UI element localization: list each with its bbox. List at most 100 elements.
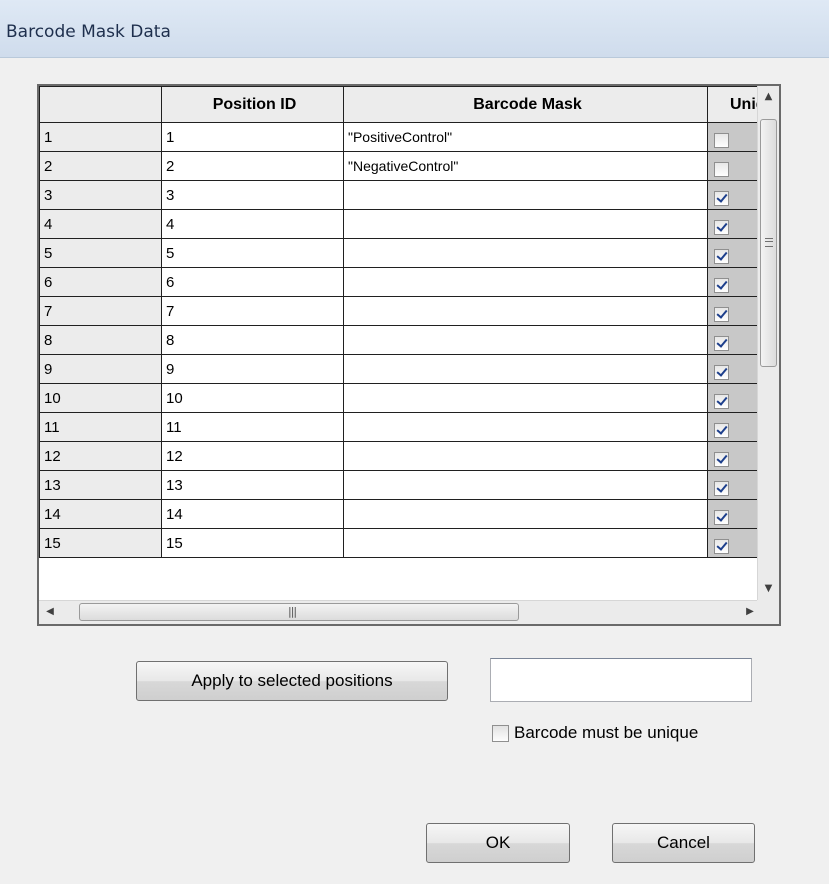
table-row[interactable]: 15 15 [39,528,778,558]
column-header-barcode-mask[interactable]: Barcode Mask [343,86,708,123]
ok-button[interactable]: OK [426,823,570,863]
grid-header-row: Position ID Barcode Mask Uniq [39,86,778,123]
row-header[interactable]: 14 [39,499,162,529]
checked-checkbox-icon[interactable] [714,306,729,322]
scroll-up-icon[interactable]: ▲ [758,86,779,108]
barcode-mask-cell[interactable] [343,470,708,500]
position-id-cell[interactable]: 15 [161,528,344,558]
barcode-mask-cell[interactable] [343,441,708,471]
barcode-mask-grid[interactable]: Position ID Barcode Mask Uniq 1 1 "Positiv… [37,84,781,626]
grip-icon [765,238,773,247]
position-id-cell[interactable]: 4 [161,209,344,239]
row-header[interactable]: 13 [39,470,162,500]
checked-checkbox-icon[interactable] [714,393,729,409]
horizontal-scrollbar[interactable]: ◀ ||| ▶ [39,600,779,624]
vertical-scrollbar[interactable]: ▲ ▼ [757,86,779,600]
barcode-mask-cell[interactable] [343,412,708,442]
position-id-cell[interactable]: 11 [161,412,344,442]
position-id-cell[interactable]: 9 [161,354,344,384]
vertical-scroll-thumb[interactable] [760,119,777,367]
barcode-mask-cell[interactable] [343,325,708,355]
grid-table: Position ID Barcode Mask Uniq 1 1 "Positiv… [39,86,778,558]
row-header[interactable]: 6 [39,267,162,297]
position-id-cell[interactable]: 3 [161,180,344,210]
barcode-mask-cell[interactable] [343,383,708,413]
dialog-content: Position ID Barcode Mask Uniq 1 1 "Positiv… [0,58,829,884]
checked-checkbox-icon[interactable] [714,451,729,467]
table-row[interactable]: 33 [39,180,778,210]
scrollbar-corner [757,600,779,624]
table-row[interactable]: 13 13 [39,470,778,500]
table-row[interactable]: 2 2 "NegativeControl" [39,151,778,181]
row-header[interactable]: 10 [39,383,162,413]
row-header[interactable]: 3 [39,180,162,210]
checked-checkbox-icon[interactable] [714,190,729,206]
unchecked-checkbox-icon[interactable] [714,132,729,148]
checked-checkbox-icon[interactable] [714,248,729,264]
apply-to-selected-button[interactable]: Apply to selected positions [136,661,448,701]
row-header[interactable]: 1 [39,122,162,152]
table-row[interactable]: 1 1 "PositiveControl" [39,122,778,152]
barcode-mask-cell[interactable] [343,296,708,326]
barcode-mask-cell[interactable] [343,209,708,239]
table-row[interactable]: 10 10 [39,383,778,413]
table-row[interactable]: 77 [39,296,778,326]
horizontal-scroll-thumb[interactable]: ||| [79,603,519,621]
checked-checkbox-icon[interactable] [714,219,729,235]
barcode-mask-cell[interactable]: "PositiveControl" [343,122,708,152]
title-bar: Barcode Mask Data [0,0,829,58]
checked-checkbox-icon[interactable] [714,538,729,554]
row-header[interactable]: 12 [39,441,162,471]
position-id-cell[interactable]: 8 [161,325,344,355]
row-header[interactable]: 15 [39,528,162,558]
position-id-cell[interactable]: 1 [161,122,344,152]
row-header[interactable]: 9 [39,354,162,384]
table-row[interactable]: 99 [39,354,778,384]
position-id-cell[interactable]: 14 [161,499,344,529]
barcode-mask-cell[interactable] [343,528,708,558]
scroll-down-icon[interactable]: ▼ [758,578,779,600]
checkbox-icon[interactable] [492,725,509,742]
position-id-cell[interactable]: 10 [161,383,344,413]
barcode-mask-cell[interactable] [343,180,708,210]
barcode-mask-cell[interactable]: "NegativeControl" [343,151,708,181]
barcode-mask-cell[interactable] [343,238,708,268]
checked-checkbox-icon[interactable] [714,480,729,496]
row-header[interactable]: 5 [39,238,162,268]
row-header[interactable]: 7 [39,296,162,326]
position-id-cell[interactable]: 5 [161,238,344,268]
row-header[interactable]: 4 [39,209,162,239]
row-header[interactable]: 11 [39,412,162,442]
position-id-cell[interactable]: 6 [161,267,344,297]
row-header[interactable]: 2 [39,151,162,181]
barcode-unique-label[interactable]: Barcode must be unique [514,723,698,743]
barcode-mask-cell[interactable] [343,499,708,529]
table-row[interactable]: 55 [39,238,778,268]
checked-checkbox-icon[interactable] [714,422,729,438]
row-header[interactable]: 8 [39,325,162,355]
apply-value-input[interactable] [490,658,752,702]
grid-body: 1 1 "PositiveControl" 2 2 "NegativeControl" 3 3… [39,122,778,558]
position-id-cell[interactable]: 2 [161,151,344,181]
table-row[interactable]: 12 12 [39,441,778,471]
checked-checkbox-icon[interactable] [714,364,729,380]
table-row[interactable]: 44 [39,209,778,239]
column-header-position-id[interactable]: Position ID [161,86,344,123]
grid-corner-header[interactable] [39,86,162,123]
barcode-mask-cell[interactable] [343,267,708,297]
cancel-button[interactable]: Cancel [612,823,755,863]
table-row[interactable]: 11 11 [39,412,778,442]
table-row[interactable]: 88 [39,325,778,355]
unchecked-checkbox-icon[interactable] [714,161,729,177]
position-id-cell[interactable]: 12 [161,441,344,471]
scroll-left-icon[interactable]: ◀ [39,601,61,623]
table-row[interactable]: 14 14 [39,499,778,529]
window-title: Barcode Mask Data [6,22,171,42]
position-id-cell[interactable]: 13 [161,470,344,500]
checked-checkbox-icon[interactable] [714,277,729,293]
barcode-mask-cell[interactable] [343,354,708,384]
position-id-cell[interactable]: 7 [161,296,344,326]
checked-checkbox-icon[interactable] [714,509,729,525]
checked-checkbox-icon[interactable] [714,335,729,351]
table-row[interactable]: 66 [39,267,778,297]
